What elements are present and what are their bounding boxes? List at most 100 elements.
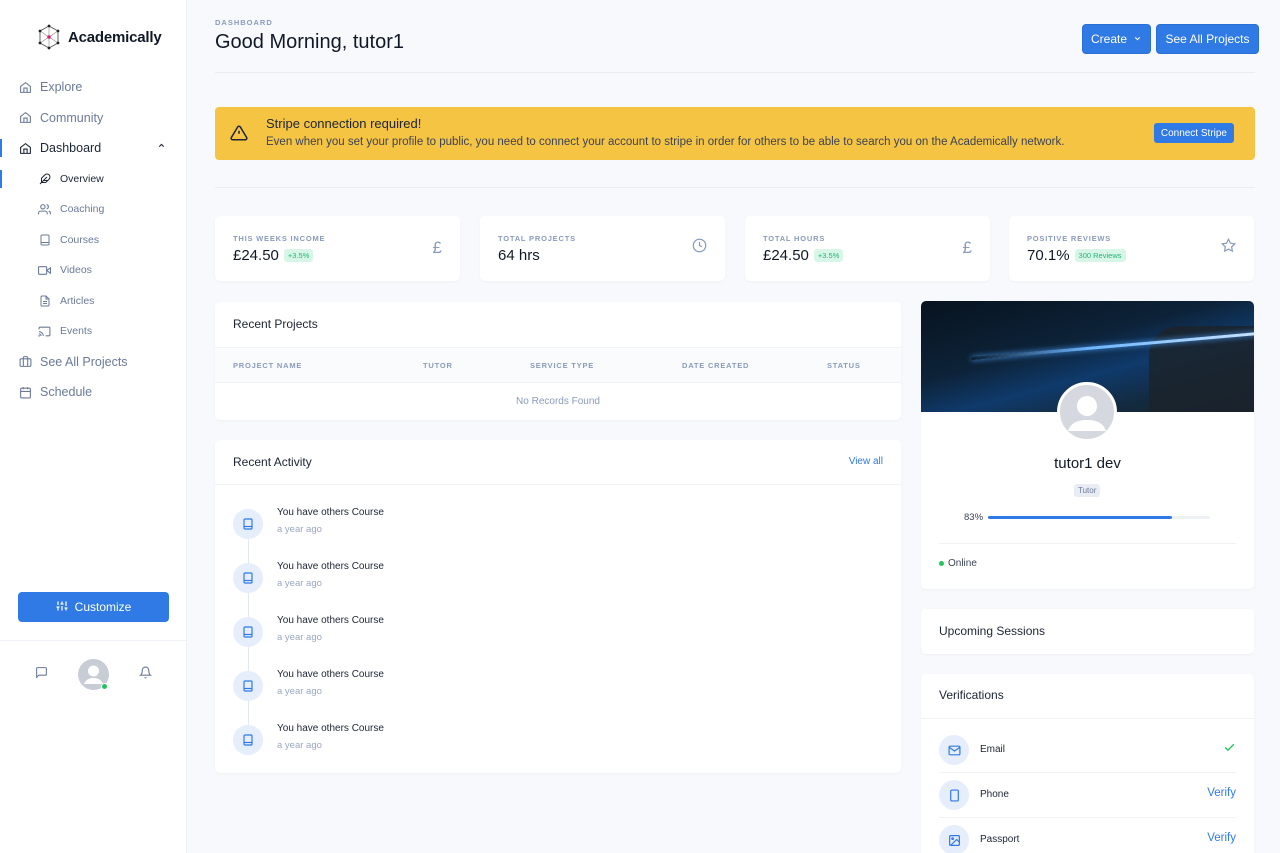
online-dot-icon [939, 561, 944, 566]
sidebar-item-articles[interactable]: Articles [0, 286, 186, 317]
chevron-up-icon[interactable] [157, 141, 166, 153]
column-header[interactable]: PROJECT NAME [233, 361, 302, 370]
book-icon [233, 509, 263, 539]
activity-text: You have others Course [277, 615, 384, 626]
sidebar-item-overview[interactable]: Overview [0, 164, 186, 195]
home-icon [18, 111, 32, 125]
card-title: Recent Projects [233, 317, 318, 331]
sidebar-subitem-label: Courses [60, 233, 100, 246]
activity-time: a year ago [277, 578, 322, 589]
activity-text: You have others Course [277, 723, 384, 734]
stat-badge: +3.5% [283, 249, 314, 262]
star-icon [1220, 237, 1237, 258]
activity-item: You have others Course a year ago [233, 718, 633, 758]
create-label: Create [1090, 32, 1128, 46]
logo[interactable]: Academically [36, 24, 162, 50]
upcoming-sessions-card: Upcoming Sessions [921, 609, 1254, 654]
profile-divider [939, 543, 1236, 544]
empty-state: No Records Found [516, 396, 600, 407]
sidebar-item-events[interactable]: Events [0, 316, 186, 347]
activity-time: a year ago [277, 632, 322, 643]
pound-icon: £ [432, 238, 442, 257]
column-header[interactable]: TUTOR [423, 361, 453, 370]
bell-icon[interactable] [138, 666, 153, 684]
verification-label: Email [980, 744, 1006, 755]
sidebar-item-courses[interactable]: Courses [0, 225, 186, 256]
activity-time: a year ago [277, 524, 322, 535]
sidebar-item-schedule[interactable]: Schedule [0, 377, 186, 408]
sidebar-subitem-label: Videos [60, 264, 92, 277]
stripe-alert: Stripe connection required! Even when yo… [215, 107, 1255, 160]
customize-button[interactable]: Customize [18, 592, 169, 622]
sidebar-item-explore[interactable]: Explore [0, 72, 186, 103]
sidebar-item-see-all-projects[interactable]: See All Projects [0, 347, 186, 378]
section-divider [215, 187, 1255, 188]
sidebar-subitem-label: Events [60, 325, 93, 338]
sidebar-divider [0, 640, 186, 641]
profile-avatar[interactable] [1057, 382, 1117, 442]
activity-item: You have others Course a year ago [233, 610, 633, 650]
sidebar-item-community[interactable]: Community [0, 103, 186, 134]
sidebar-item-coaching[interactable]: Coaching [0, 194, 186, 225]
stat-value: £24.50 [233, 247, 279, 264]
calendar-icon [18, 385, 32, 399]
sidebar-item-label: Explore [40, 80, 83, 95]
verify-phone-link[interactable]: Verify [1207, 787, 1236, 799]
sidebar-footer [0, 656, 186, 692]
activity-time: a year ago [277, 740, 322, 751]
book-icon [38, 233, 51, 246]
stat-card-hours: TOTAL HOURS £24.50 +3.5% £ [745, 216, 990, 281]
phone-icon [939, 780, 969, 810]
sidebar-item-videos[interactable]: Videos [0, 255, 186, 286]
table-header: PROJECT NAME TUTOR SERVICE TYPE DATE CRE… [215, 347, 901, 383]
profile-card: tutor1 dev Tutor 83% Online [921, 301, 1254, 589]
chevron-down-icon [1133, 32, 1142, 46]
sidebar-item-label: Community [40, 110, 104, 125]
message-icon[interactable] [35, 666, 48, 684]
see-all-projects-button[interactable]: See All Projects [1156, 24, 1259, 54]
customize-label: Customize [74, 600, 132, 614]
card-title: Recent Activity [233, 455, 312, 469]
sliders-icon [56, 600, 68, 615]
activity-item: You have others Course a year ago [233, 556, 633, 596]
user-avatar[interactable] [78, 659, 109, 690]
online-status-label: Online [948, 558, 977, 569]
stat-badge: 300 Reviews [1074, 249, 1126, 262]
view-all-link[interactable]: View all [849, 456, 883, 467]
connect-stripe-button[interactable]: Connect Stripe [1153, 123, 1234, 143]
home-icon [18, 141, 32, 155]
sidebar-item-dashboard[interactable]: Dashboard [0, 133, 186, 164]
activity-item: You have others Course a year ago [233, 502, 633, 542]
alert-text: Even when you set your profile to public… [266, 136, 1065, 148]
verification-row-passport: Passport Verify [939, 818, 1236, 853]
book-icon [233, 671, 263, 701]
create-button[interactable]: Create [1082, 24, 1151, 54]
stat-card-income: THIS WEEKS INCOME £24.50 +3.5% £ [215, 216, 460, 281]
stat-value: £24.50 [763, 247, 809, 264]
stat-card-projects: TOTAL PROJECTS 64 hrs [480, 216, 725, 281]
column-header[interactable]: SERVICE TYPE [530, 361, 594, 370]
role-badge: Tutor [1074, 484, 1101, 497]
home-icon [18, 80, 32, 94]
breadcrumb: DASHBOARD [215, 18, 273, 27]
online-status-dot [101, 683, 108, 690]
column-header[interactable]: STATUS [827, 361, 861, 370]
pound-icon: £ [962, 238, 972, 257]
column-header[interactable]: DATE CREATED [682, 361, 749, 370]
sidebar: Academically Explore Community Dashboard [0, 0, 187, 853]
warning-icon [230, 124, 248, 147]
users-icon [38, 203, 51, 216]
page-title: Good Morning, tutor1 [215, 31, 404, 53]
book-icon [233, 563, 263, 593]
profile-name: tutor1 dev [1054, 455, 1121, 472]
logo-icon [38, 24, 60, 50]
card-title: Verifications [939, 688, 1004, 702]
alert-title: Stripe connection required! [266, 116, 422, 131]
verify-passport-link[interactable]: Verify [1207, 832, 1236, 844]
activity-item: You have others Course a year ago [233, 664, 633, 704]
activity-time: a year ago [277, 686, 322, 697]
feather-icon [38, 172, 51, 185]
stat-label: TOTAL HOURS [763, 234, 826, 243]
card-divider [215, 484, 901, 485]
card-divider [921, 718, 1254, 719]
